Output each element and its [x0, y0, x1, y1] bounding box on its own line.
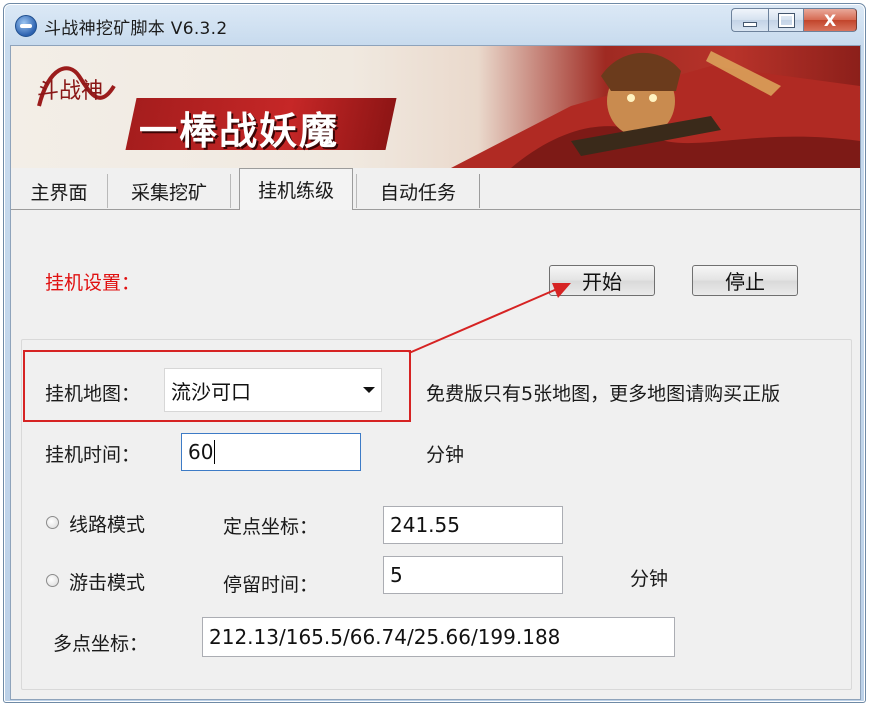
game-banner: 斗战神 一棒战妖魔 [11, 46, 860, 168]
map-note: 免费版只有5张地图，更多地图请购买正版 [426, 383, 781, 405]
tab-leveling[interactable]: 挂机练级 [239, 168, 353, 210]
fixed-point-input[interactable]: 241.55 [383, 506, 563, 544]
app-icon [15, 15, 37, 37]
fixed-point-label: 定点坐标： [223, 516, 319, 538]
multi-point-value: 212.13/165.5/66.74/25.66/199.188 [209, 625, 561, 649]
time-input-value: 60 [188, 440, 214, 464]
stay-time-unit: 分钟 [630, 568, 669, 590]
close-button[interactable]: X [803, 8, 857, 32]
minimize-icon [743, 21, 757, 27]
title-bar[interactable]: 斗战神挖矿脚本 V6.3.2 X [4, 4, 865, 44]
minimize-button[interactable] [731, 8, 768, 32]
route-mode-label[interactable]: 线路模式 [69, 510, 145, 537]
roam-mode-radio[interactable] [46, 574, 59, 587]
game-logo: 斗战神 [37, 66, 116, 107]
start-button[interactable]: 开始 [549, 265, 655, 296]
section-title: 挂机设置： [45, 272, 141, 294]
stay-time-input[interactable]: 5 [383, 556, 563, 594]
tab-divider [11, 209, 860, 210]
text-caret [214, 440, 216, 464]
maximize-icon [777, 12, 795, 28]
multi-point-input[interactable]: 212.13/165.5/66.74/25.66/199.188 [202, 617, 675, 657]
window-title: 斗战神挖矿脚本 V6.3.2 [44, 19, 228, 39]
multi-point-label: 多点坐标： [53, 633, 149, 655]
hero-artwork [451, 51, 860, 168]
banner-slogan: 一棒战妖魔 [139, 108, 340, 153]
time-unit: 分钟 [426, 444, 465, 466]
tab-auto-quest[interactable]: 自动任务 [356, 174, 480, 208]
roam-mode-label[interactable]: 游击模式 [69, 568, 145, 595]
stay-time-value: 5 [390, 563, 403, 587]
tab-mining[interactable]: 采集挖矿 [108, 174, 231, 208]
logo-text: 斗战神 [37, 79, 103, 104]
route-mode-radio[interactable] [46, 516, 59, 529]
tab-main[interactable]: 主界面 [11, 174, 108, 208]
close-icon: X [823, 10, 837, 30]
client-area: 斗战神 一棒战妖魔 主界面 采集挖矿 挂机练级 自动任务 挂机设置： 开始 停止… [10, 45, 861, 700]
stop-button[interactable]: 停止 [692, 265, 798, 296]
maximize-button[interactable] [768, 8, 803, 32]
window-controls: X [731, 8, 857, 32]
time-label: 挂机时间： [45, 444, 141, 466]
map-highlight-box [23, 350, 411, 422]
app-window: 斗战神挖矿脚本 V6.3.2 X 斗战神 一棒战妖魔 主界面 采集挖矿 挂机练级… [3, 3, 866, 703]
stay-time-label: 停留时间： [223, 574, 319, 596]
time-input[interactable]: 60 [181, 433, 361, 471]
tab-bar: 主界面 采集挖矿 挂机练级 自动任务 [11, 168, 860, 210]
fixed-point-value: 241.55 [390, 513, 460, 537]
